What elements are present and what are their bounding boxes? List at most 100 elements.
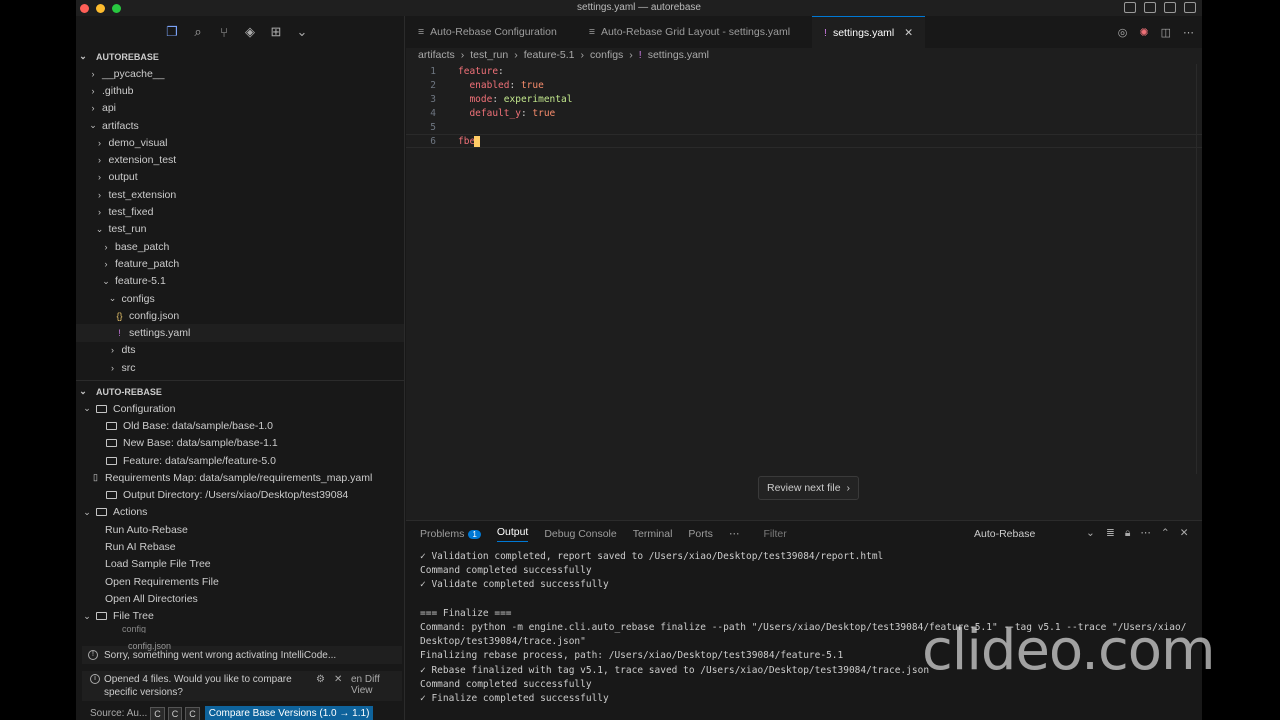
tree-item[interactable]: › extension_test [76, 151, 404, 168]
chevron-right-icon: › [846, 482, 851, 494]
tree-item[interactable]: › .github [76, 82, 404, 99]
output-filter-input[interactable]: Filter [763, 528, 786, 540]
tree-item[interactable]: › test_fixed [76, 203, 404, 220]
config-item[interactable]: Feature: data/sample/feature-5.0 [76, 452, 405, 469]
code-line[interactable]: 6 fbe [406, 134, 1202, 148]
tree-item[interactable]: ⌄ configs [76, 290, 404, 307]
notification-close-icon[interactable]: ✕ [334, 674, 342, 685]
extensions-icon[interactable]: ◈ [244, 24, 256, 40]
debug-icon[interactable]: ✺ [1139, 26, 1148, 39]
auto-rebase-section-header[interactable]: ⌄ AUTO-REBASE [76, 383, 405, 400]
action-item[interactable]: Open Requirements File [76, 573, 405, 590]
tree-item[interactable]: › feature_patch [76, 255, 404, 272]
problems-count-badge: 1 [468, 530, 481, 539]
split-editor-icon[interactable]: ◫ [1161, 26, 1171, 39]
watermark-logo: clideo.com [922, 618, 1216, 683]
tree-item-label: test_run [108, 223, 147, 236]
file-tree-group[interactable]: ⌄ File Tree [76, 608, 405, 625]
clear-output-icon[interactable]: ≣ [1106, 527, 1115, 540]
tree-item[interactable]: ⌄ test_run [76, 221, 404, 238]
chevron-right-icon: › [580, 49, 585, 61]
broadcast-icon[interactable]: ◎ [1118, 26, 1128, 39]
file-tree-child[interactable]: config [76, 625, 405, 633]
tab-auto-rebase-configuration[interactable]: ≡ Auto-Rebase Configuration [406, 16, 569, 48]
close-tab-icon[interactable]: ✕ [904, 27, 913, 39]
configuration-group[interactable]: ⌄ Configuration [76, 400, 405, 417]
requirements-map-item[interactable]: ▯ Requirements Map: data/sample/requirem… [76, 469, 405, 486]
action-item[interactable]: Open All Directories [76, 590, 405, 607]
tab-output[interactable]: Output [496, 526, 529, 542]
breadcrumb-item[interactable]: artifacts [418, 49, 455, 61]
explorer-section-header[interactable]: ⌄ AUTOREBASE [76, 48, 404, 65]
tab-terminal[interactable]: Terminal [633, 528, 673, 540]
explorer-icon[interactable]: ❐ [166, 24, 178, 40]
open-diff-view-button[interactable]: en Diff View [351, 674, 402, 696]
action-pill-3[interactable]: C [185, 706, 200, 720]
tree-item[interactable]: › api [76, 100, 404, 117]
more-actions-icon[interactable]: ⋯ [1140, 527, 1151, 540]
toggle-sidebar-icon[interactable] [1124, 2, 1136, 13]
search-icon[interactable]: ⌕ [192, 24, 204, 40]
tree-item[interactable]: ⌄ feature-5.1 [76, 273, 404, 290]
breadcrumb-item[interactable]: settings.yaml [648, 49, 709, 61]
breadcrumb-item[interactable]: test_run [470, 49, 508, 61]
tree-item[interactable]: › dts [76, 342, 404, 359]
action-item-label: Open All Directories [105, 592, 198, 605]
output-line: ✓ Validate completed successfully [420, 579, 609, 591]
breadcrumb-item[interactable]: feature-5.1 [524, 49, 575, 61]
lock-icon[interactable]: 🔒︎ [1125, 527, 1131, 540]
code-line[interactable]: 3 mode: experimental [406, 92, 1202, 106]
tab-ports[interactable]: Ports [688, 528, 713, 540]
breadcrumb-item[interactable]: configs [590, 49, 623, 61]
chevron-down-icon[interactable]: ⌄ [296, 24, 308, 40]
editor-scrollbar[interactable] [1196, 64, 1202, 474]
action-item[interactable]: Run Auto-Rebase [76, 521, 405, 538]
chevron-down-icon[interactable]: ⌄ [1086, 527, 1095, 539]
maximize-panel-icon[interactable]: ⌃ [1161, 527, 1170, 540]
tree-item[interactable]: ⌄ artifacts [76, 117, 404, 134]
accounts-icon[interactable] [1164, 2, 1176, 13]
tree-item[interactable]: › base_patch [76, 238, 404, 255]
toggle-panel-icon[interactable] [1144, 2, 1156, 13]
tab-grid-layout[interactable]: ≡ Auto-Rebase Grid Layout - settings.yam… [577, 16, 802, 48]
tree-item[interactable]: › src [76, 359, 404, 376]
action-item[interactable]: Load Sample File Tree [76, 556, 405, 573]
tab-debug-console[interactable]: Debug Console [544, 528, 616, 540]
yaml-key: mode [469, 93, 493, 105]
tab-settings-yaml[interactable]: ! settings.yaml ✕ [812, 16, 926, 48]
code-line[interactable]: 4 default_y: true [406, 106, 1202, 120]
config-item[interactable]: Old Base: data/sample/base-1.0 [76, 417, 405, 434]
tab-problems[interactable]: Problems 1 [420, 528, 481, 540]
tree-item[interactable]: › demo_visual [76, 134, 404, 151]
output-channel-select[interactable]: Auto-Rebase [974, 528, 1035, 540]
notification-gear-icon[interactable]: ⚙ [316, 674, 325, 685]
close-panel-icon[interactable]: ✕ [1180, 527, 1189, 540]
chevron-down-icon: ⌄ [83, 403, 91, 414]
more-tabs-icon[interactable]: ⋯ [729, 528, 740, 540]
actions-group[interactable]: ⌄ Actions [76, 504, 405, 521]
action-pill-1[interactable]: C [150, 706, 165, 720]
compare-base-versions-button[interactable]: Compare Base Versions (1.0 → 1.1) [204, 706, 374, 720]
config-item[interactable]: New Base: data/sample/base-1.1 [76, 435, 405, 452]
chevron-right-icon: › [104, 241, 108, 252]
grid-layout-icon[interactable]: ⊞ [270, 24, 282, 40]
settings-gear-icon[interactable] [1184, 2, 1196, 13]
auto-rebase-section-title: AUTO-REBASE [96, 386, 162, 397]
chevron-right-icon: › [91, 103, 95, 114]
action-item[interactable]: Run AI Rebase [76, 538, 405, 555]
review-next-file-button[interactable]: Review next file › [758, 476, 860, 500]
code-line[interactable]: 5 [406, 120, 1202, 134]
more-actions-icon[interactable]: ⋯ [1183, 26, 1194, 39]
tree-item[interactable]: ! settings.yaml [76, 324, 404, 342]
code-line[interactable]: 2 enabled: true [406, 78, 1202, 92]
output-directory-item[interactable]: Output Directory: /Users/xiao/Desktop/te… [76, 486, 405, 503]
tree-item[interactable]: › output [76, 169, 404, 186]
code-line[interactable]: 1 feature: [406, 64, 1202, 78]
tree-item[interactable]: › test_extension [76, 186, 404, 203]
source-control-icon[interactable]: ⑂ [218, 25, 230, 40]
tree-item[interactable]: › __pycache__ [76, 65, 404, 82]
action-pill-2[interactable]: C [167, 706, 183, 720]
tree-item[interactable]: {} config.json [76, 307, 404, 324]
code-editor[interactable]: 1 feature: 2 enabled: true 3 mode: experim… [406, 64, 1202, 148]
